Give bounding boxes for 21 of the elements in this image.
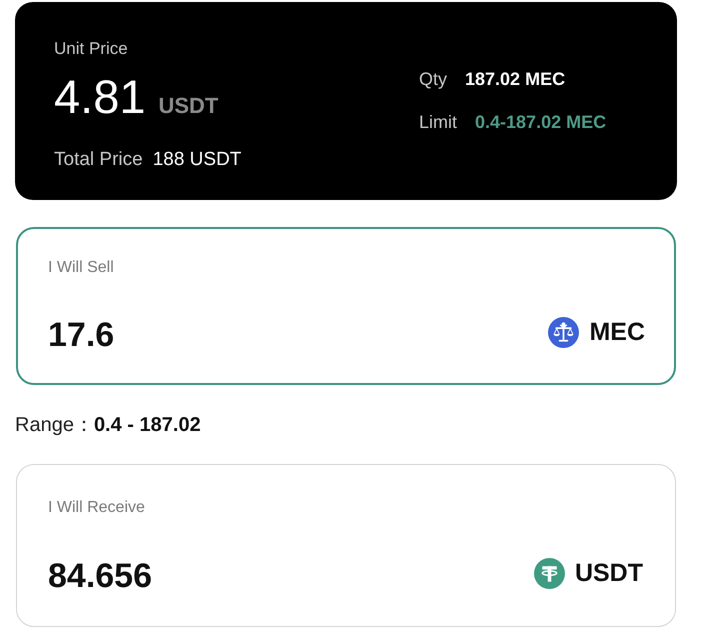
range-value: 0.4 - 187.02 bbox=[94, 413, 201, 438]
amount-value: 84.656 bbox=[48, 556, 153, 596]
total-price-value: 188 USDT bbox=[152, 148, 242, 172]
price-currency: USDT bbox=[158, 92, 218, 120]
limit-value: 0.4-187.02 MEC bbox=[475, 111, 606, 134]
sell-amount-field[interactable]: I Will Sell 17.6 MEC bbox=[16, 227, 676, 385]
t-coin-icon bbox=[534, 558, 565, 588]
qty-label: Qty bbox=[419, 68, 448, 91]
limit-label: Limit bbox=[419, 111, 458, 134]
qty-value: 187.02 MEC bbox=[465, 68, 566, 91]
unit-price-value: 4.81 bbox=[54, 69, 146, 125]
currency-label: MEC bbox=[589, 318, 645, 346]
amount-value: 17.6 bbox=[48, 315, 116, 355]
range-label: Range： bbox=[15, 413, 94, 438]
currency-label: USDT bbox=[574, 558, 643, 588]
field-label: I Will Receive bbox=[48, 498, 145, 518]
scales-coin-icon bbox=[548, 316, 580, 348]
unit-price-label: Unit Price bbox=[54, 38, 128, 60]
total-price-label: Total Price bbox=[54, 148, 143, 172]
receive-amount-field[interactable]: I Will Receive 84.656 USDT bbox=[16, 464, 676, 627]
field-label: I Will Sell bbox=[48, 258, 114, 278]
